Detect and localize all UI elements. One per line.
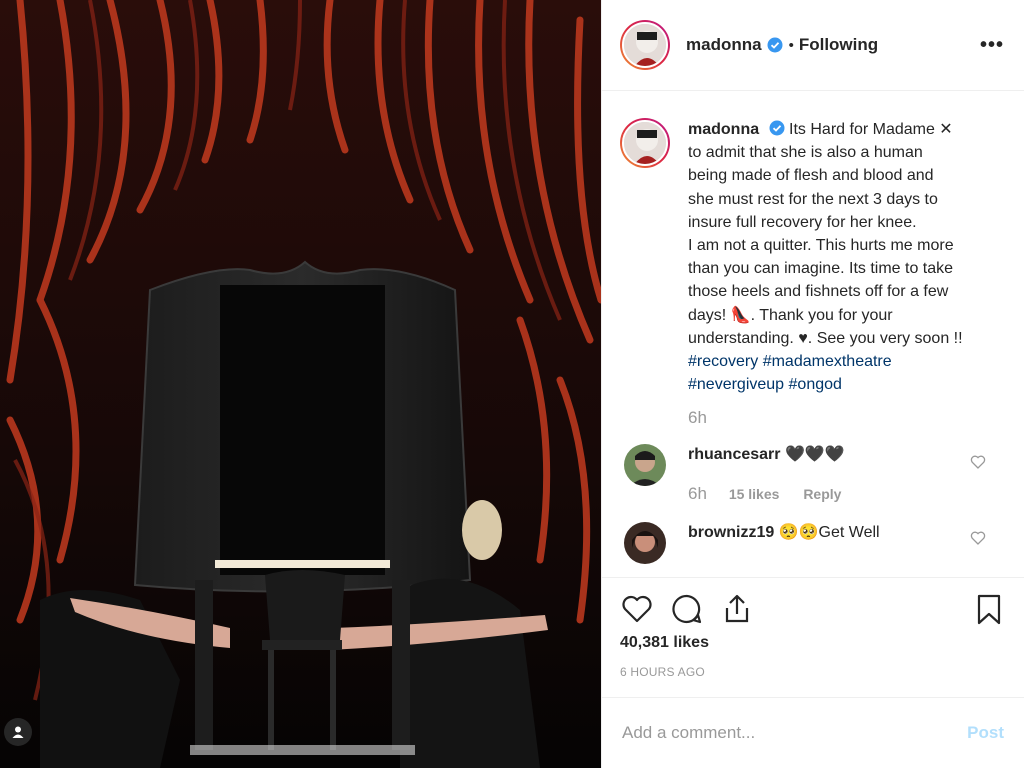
commenter-username[interactable]: brownizz19 — [688, 524, 774, 541]
like-comment-heart-icon[interactable] — [970, 530, 986, 546]
verified-badge-icon — [767, 37, 783, 53]
caption-text: madonna Its Hard for Madame ✕ to admit t… — [688, 118, 994, 430]
tagged-users-button[interactable] — [4, 718, 32, 746]
add-comment-bar: Post — [602, 697, 1024, 768]
author-avatar[interactable] — [620, 20, 670, 70]
comment-timestamp[interactable]: 6h — [688, 484, 707, 503]
caption-timestamp[interactable]: 6h — [688, 406, 994, 429]
caption-hashtags[interactable]: #recovery #madamextheatre — [688, 350, 994, 373]
caption-line: being made of flesh and blood and — [688, 167, 934, 185]
caption-hashtags[interactable]: #nevergiveup #ongod — [688, 373, 994, 396]
avatar-image — [624, 24, 666, 66]
commenter-username[interactable]: rhuancesarr — [688, 446, 781, 463]
more-options-icon[interactable]: ••• — [980, 35, 1004, 55]
likes-count[interactable]: 40,381 likes — [620, 634, 1006, 652]
comments-list[interactable]: madonna Its Hard for Madame ✕ to admit t… — [602, 92, 1024, 572]
follow-separator: • — [788, 36, 794, 54]
caption-username[interactable]: madonna — [688, 121, 759, 138]
comment-input[interactable] — [622, 723, 968, 743]
caption-line: she must rest for the next 3 days to — [688, 190, 938, 208]
share-upload-icon[interactable] — [720, 592, 754, 626]
caption-author-avatar[interactable] — [620, 118, 670, 168]
post-side-panel: madonna • Following ••• madonna Its Hard… — [601, 0, 1024, 768]
verified-badge-icon — [769, 120, 785, 136]
comment-item: brownizz19 🥺🥺Get Well — [620, 521, 1006, 564]
following-button[interactable]: Following — [799, 35, 878, 55]
person-icon — [12, 726, 24, 738]
like-comment-heart-icon[interactable] — [970, 454, 986, 470]
reply-button[interactable]: Reply — [803, 486, 841, 502]
caption: madonna Its Hard for Madame ✕ to admit t… — [620, 118, 1006, 430]
like-heart-icon[interactable] — [620, 592, 654, 626]
post-photo[interactable] — [0, 0, 601, 768]
avatar-image — [624, 122, 666, 164]
caption-line: days! 👠. Thank you for your — [688, 306, 893, 324]
comment-text: 🥺🥺Get Well — [778, 523, 880, 541]
stage-image — [0, 0, 601, 768]
post-timestamp[interactable]: 6 HOURS AGO — [620, 665, 1006, 679]
post-actions: 40,381 likes 6 HOURS AGO — [602, 577, 1024, 679]
post-comment-button[interactable]: Post — [967, 723, 1004, 743]
comment-item: rhuancesarr 🖤🖤🖤 6h 15 likes Reply — [620, 443, 1006, 504]
caption-line: Its Hard for Madame ✕ — [789, 121, 953, 138]
avatar-image — [624, 521, 666, 564]
comment-likes[interactable]: 15 likes — [729, 486, 780, 502]
commenter-avatar[interactable] — [624, 443, 666, 486]
caption-line: I am not a quitter. This hurts me more — [688, 237, 954, 255]
avatar-image — [624, 443, 666, 486]
comment-bubble-icon[interactable] — [670, 592, 704, 626]
caption-line: than you can imagine. Its time to take — [688, 260, 954, 278]
commenter-avatar[interactable] — [624, 521, 666, 564]
caption-line: those heels and fishnets off for a few — [688, 283, 949, 301]
caption-line: to admit that she is also a human — [688, 144, 923, 162]
save-bookmark-icon[interactable] — [972, 592, 1006, 626]
caption-line: insure full recovery for her knee. — [688, 213, 917, 231]
author-username[interactable]: madonna — [686, 35, 762, 55]
post-header: madonna • Following ••• — [602, 0, 1024, 91]
caption-line: understanding. ♥. See you very soon !! — [688, 329, 963, 347]
comment-text: 🖤🖤🖤 — [784, 445, 845, 463]
